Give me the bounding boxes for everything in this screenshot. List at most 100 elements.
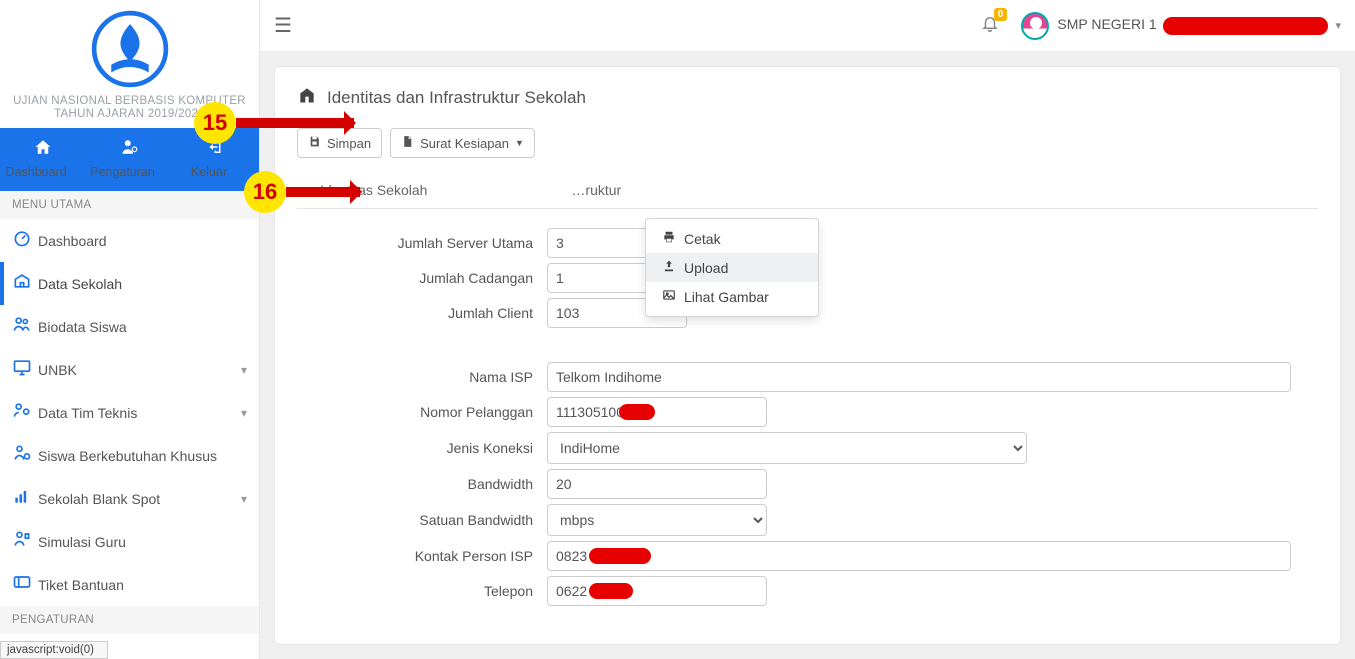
user-name-prefix: SMP NEGERI 1 — [1057, 16, 1156, 32]
button-row: Simpan Surat Kesiapan ▼ — [297, 128, 1318, 158]
callout-16: 16 — [244, 171, 360, 213]
sidebar-item-biodata[interactable]: Biodata Siswa — [0, 305, 259, 348]
select-koneksi[interactable]: IndiHome — [547, 432, 1027, 464]
sidebar-item-tiket[interactable]: Tiket Bantuan — [0, 563, 259, 606]
surat-button-label: Surat Kesiapan — [420, 136, 509, 151]
nav-pengaturan-label: Pengaturan — [90, 165, 169, 179]
input-isp[interactable] — [547, 362, 1291, 392]
teacher-icon — [12, 529, 38, 554]
sidebar-item-label: Biodata Siswa — [38, 319, 247, 335]
chevron-down-icon: ▾ — [241, 492, 247, 506]
menu-heading-pengaturan: PENGATURAN — [0, 606, 259, 634]
menu-item-lihat-gambar[interactable]: Lihat Gambar — [646, 282, 818, 311]
callout-badge: 15 — [194, 102, 236, 144]
user-gear-icon — [90, 138, 169, 161]
input-telepon[interactable] — [547, 576, 767, 606]
tab-infra-label: …Infrastrukturruktur — [571, 182, 621, 198]
menu-toggle-icon[interactable]: ☰ — [274, 13, 292, 38]
sidebar-item-simulasi[interactable]: Simulasi Guru — [0, 520, 259, 563]
redacted-block — [1163, 17, 1328, 35]
card-title-text: Identitas dan Infrastruktur Sekolah — [327, 88, 586, 108]
callout-15: 15 — [194, 102, 354, 144]
input-bandwidth[interactable] — [547, 469, 767, 499]
ticket-icon — [12, 572, 38, 597]
sidebar-item-blank-spot[interactable]: Sekolah Blank Spot ▾ — [0, 477, 259, 520]
tab-bar: Identitas Sekolah …Infrastrukturruktur — [297, 172, 1318, 209]
tab-infrastruktur[interactable]: …Infrastrukturruktur — [450, 172, 644, 208]
chevron-down-icon: ▾ — [241, 406, 247, 420]
pdf-icon — [401, 135, 414, 151]
nav-keluar-label: Keluar — [191, 165, 241, 179]
status-bar: javascript:void(0) — [0, 641, 108, 659]
sidebar-item-unbk[interactable]: UNBK ▾ — [0, 348, 259, 391]
home-icon — [4, 138, 82, 161]
label-telepon: Telepon — [297, 583, 547, 599]
label-koneksi: Jenis Koneksi — [297, 440, 547, 456]
nav-pengaturan[interactable]: Pengaturan — [86, 128, 173, 191]
sidebar-item-label: Data Tim Teknis — [38, 405, 241, 421]
sidebar-item-label: Tiket Bantuan — [38, 577, 247, 593]
label-server: Jumlah Server Utama — [297, 235, 547, 251]
chevron-down-icon: ▾ — [1335, 20, 1341, 32]
chevron-down-icon: ▾ — [241, 363, 247, 377]
menu-item-upload[interactable]: Upload — [646, 253, 818, 282]
nav-dashboard-label: Dashboard — [6, 165, 81, 179]
sidebar-item-data-sekolah[interactable]: Data Sekolah — [0, 262, 259, 305]
image-icon — [662, 288, 684, 305]
label-pelanggan: Nomor Pelanggan — [297, 404, 547, 420]
sidebar-item-tim-teknis[interactable]: Data Tim Teknis ▾ — [0, 391, 259, 434]
input-pelanggan[interactable] — [547, 397, 767, 427]
user-name[interactable]: SMP NEGERI 1 ▾ — [1057, 16, 1341, 34]
signal-icon — [12, 486, 38, 511]
label-kontak: Kontak Person ISP — [297, 548, 547, 564]
sidebar-item-label: Sekolah Blank Spot — [38, 491, 241, 507]
topbar: ☰ 0 SMP NEGERI 1 ▾ — [260, 0, 1355, 52]
label-client: Jumlah Client — [297, 305, 547, 321]
sidebar-item-label: UNBK — [38, 362, 241, 378]
accessibility-icon — [12, 443, 38, 468]
surat-kesiapan-button[interactable]: Surat Kesiapan ▼ — [390, 128, 535, 158]
arrow-icon — [236, 118, 354, 128]
sidebar-item-siswa-khusus[interactable]: Siswa Berkebutuhan Khusus — [0, 434, 259, 477]
select-satuan[interactable]: mbps — [547, 504, 767, 536]
card: Identitas dan Infrastruktur Sekolah Simp… — [274, 66, 1341, 645]
menu-item-label: Cetak — [684, 231, 721, 247]
avatar-icon — [1021, 12, 1049, 40]
input-kontak[interactable] — [547, 541, 1291, 571]
menu-item-label: Lihat Gambar — [684, 289, 769, 305]
notifications-button[interactable]: 0 — [981, 14, 999, 38]
surat-kesiapan-menu: Cetak Upload Lihat Gambar — [645, 218, 819, 317]
redacted-block — [589, 548, 651, 564]
logo-icon — [91, 10, 169, 88]
redacted-block — [619, 404, 655, 420]
sidebar-item-label: Simulasi Guru — [38, 534, 247, 550]
school-icon — [12, 271, 38, 296]
sidebar-item-dashboard[interactable]: Dashboard — [0, 219, 259, 262]
caret-down-icon: ▼ — [515, 138, 524, 148]
monitor-icon — [12, 357, 38, 382]
redacted-block — [589, 583, 633, 599]
callout-badge: 16 — [244, 171, 286, 213]
sidebar-item-label: Dashboard — [38, 233, 247, 249]
gauge-icon — [12, 228, 38, 253]
nav-dashboard[interactable]: Dashboard — [0, 128, 86, 191]
arrow-icon — [286, 187, 360, 197]
menu-item-label: Upload — [684, 260, 728, 276]
upload-icon — [662, 259, 684, 276]
sidebar-item-label: Siswa Berkebutuhan Khusus — [38, 448, 247, 464]
menu-heading-utama: MENU UTAMA — [0, 191, 259, 219]
card-title: Identitas dan Infrastruktur Sekolah — [297, 85, 1318, 110]
label-bandwidth: Bandwidth — [297, 476, 547, 492]
label-satuan: Satuan Bandwidth — [297, 512, 547, 528]
notifications-badge: 0 — [994, 8, 1008, 21]
team-gear-icon — [12, 400, 38, 425]
card-header: Identitas dan Infrastruktur Sekolah — [275, 67, 1340, 118]
label-cadangan: Jumlah Cadangan — [297, 270, 547, 286]
people-icon — [12, 314, 38, 339]
sidebar: UJIAN NASIONAL BERBASIS KOMPUTER TAHUN A… — [0, 0, 260, 659]
content-area: Identitas dan Infrastruktur Sekolah Simp… — [260, 52, 1355, 659]
label-isp: Nama ISP — [297, 369, 547, 385]
sidebar-item-label: Data Sekolah — [38, 276, 247, 292]
print-icon — [662, 230, 684, 247]
menu-item-cetak[interactable]: Cetak — [646, 224, 818, 253]
